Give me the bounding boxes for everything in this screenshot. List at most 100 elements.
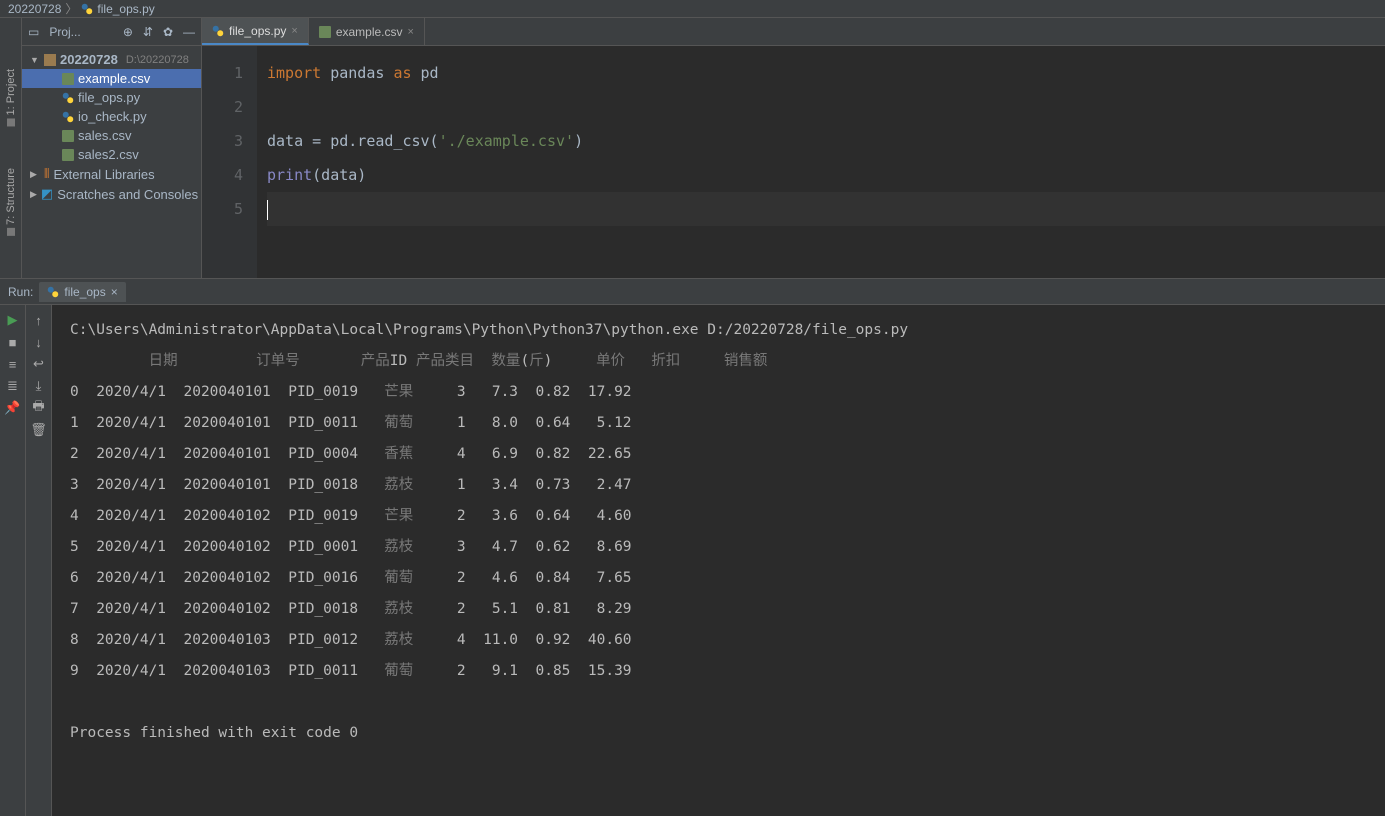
project-sidebar-header: ▭ Proj... ⊕ ⇵ ✿ — (22, 18, 201, 46)
editor-tab-file_ops.py[interactable]: file_ops.py × (202, 18, 309, 45)
library-icon: ⫴ (44, 166, 49, 182)
file-file_ops.py[interactable]: file_ops.py (22, 88, 201, 107)
line-number: 3 (202, 124, 243, 158)
chevron-right-icon: ▶ (30, 189, 37, 200)
code-content[interactable]: import pandas as pd data = pd.read_csv('… (257, 46, 1385, 278)
soft-wrap-icon[interactable]: ↩ (30, 355, 48, 373)
trash-icon[interactable]: 🗑 (30, 421, 48, 439)
project-window-icon: ▭ (28, 25, 39, 39)
code-l4-print: print (267, 166, 312, 184)
project-sidebar: ▭ Proj... ⊕ ⇵ ✿ — ▼ 20220728 D:\20220728… (22, 18, 202, 278)
scratches-consoles[interactable]: ▶ ◩ Scratches and Consoles (22, 184, 201, 204)
run-label: Run: (8, 285, 33, 299)
collapse-icon[interactable]: ⇵ (143, 25, 153, 39)
breadcrumb-file[interactable]: file_ops.py (97, 2, 154, 16)
code-l3-string: './example.csv' (439, 132, 574, 150)
file-sales.csv[interactable]: sales.csv (22, 126, 201, 145)
csv-icon (62, 73, 74, 85)
project-tool-label: 1: Project (5, 69, 17, 115)
file-example.csv[interactable]: example.csv (22, 69, 201, 88)
scratch-icon: ◩ (41, 186, 53, 202)
file-label: example.csv (78, 71, 150, 86)
csv-icon (62, 130, 74, 142)
id-pandas: pandas (321, 64, 393, 82)
caret-line (267, 192, 1385, 226)
layout-button[interactable]: ≡ (4, 355, 22, 373)
external-libraries-label: External Libraries (53, 167, 154, 182)
folder-icon (44, 54, 56, 66)
pin-button[interactable]: 📌 (4, 399, 22, 417)
external-libraries[interactable]: ▶ ⫴ External Libraries (22, 164, 201, 184)
project-tree: ▼ 20220728 D:\20220728 example.csv file_o… (22, 46, 201, 208)
tool-tab-project[interactable]: 1: Project (3, 63, 19, 132)
close-icon[interactable]: × (291, 25, 297, 37)
console-output[interactable]: C:\Users\Administrator\AppData\Local\Pro… (52, 305, 1385, 816)
line-number: 5 (202, 192, 243, 226)
editor-tabs: file_ops.py × example.csv × (202, 18, 1385, 46)
print-icon[interactable]: 🖶 (30, 399, 48, 417)
gear-icon[interactable]: ✿ (163, 25, 173, 39)
line-number: 1 (202, 56, 243, 90)
project-root[interactable]: ▼ 20220728 D:\20220728 (22, 50, 201, 69)
csv-icon (319, 26, 331, 38)
id-pd: pd (412, 64, 439, 82)
editor-area: file_ops.py × example.csv × 12345 import pa… (202, 18, 1385, 278)
structure-tool-icon (7, 228, 15, 236)
scratches-label: Scratches and Consoles (57, 187, 198, 202)
run-panel: Run: file_ops × ▶ ■ ≡ ≣ 📌 ↑ ↓ ↩ ⤓ 🖶 🗑 C:… (0, 278, 1385, 816)
hide-icon[interactable]: — (183, 25, 195, 39)
left-gutter: 1: Project 7: Structure (0, 18, 22, 278)
run-tab-label: file_ops (64, 285, 105, 299)
code-l3b: ) (574, 132, 583, 150)
down-icon[interactable]: ↓ (30, 333, 48, 351)
chevron-down-icon: ▼ (30, 55, 40, 65)
close-icon[interactable]: × (408, 26, 414, 38)
project-title[interactable]: Proj... (49, 25, 80, 39)
tool-tab-structure[interactable]: 7: Structure (3, 162, 19, 242)
python-icon (62, 92, 74, 104)
chevron-right-icon: ▶ (30, 169, 40, 180)
caret (267, 200, 268, 220)
line-number: 4 (202, 158, 243, 192)
file-sales2.csv[interactable]: sales2.csv (22, 145, 201, 164)
breadcrumb-sep-icon: 〉 (65, 0, 77, 17)
file-label: file_ops.py (78, 90, 140, 105)
up-icon[interactable]: ↑ (30, 311, 48, 329)
editor-tab-example.csv[interactable]: example.csv × (309, 18, 425, 45)
csv-icon (62, 149, 74, 161)
kw-import: import (267, 64, 321, 82)
python-icon (212, 25, 224, 37)
code-l3a: data = pd.read_csv( (267, 132, 439, 150)
tab-label: file_ops.py (229, 24, 286, 38)
python-icon (47, 286, 59, 298)
project-tool-icon (7, 118, 15, 126)
file-label: sales.csv (78, 128, 131, 143)
blank-line (267, 98, 276, 116)
file-io_check.py[interactable]: io_check.py (22, 107, 201, 126)
tab-label: example.csv (336, 25, 403, 39)
run-toolbar-primary: ▶ ■ ≡ ≣ 📌 (0, 305, 26, 816)
editor-body[interactable]: 12345 import pandas as pd data = pd.read… (202, 46, 1385, 278)
python-icon (81, 3, 93, 15)
line-number: 2 (202, 90, 243, 124)
breadcrumb: 20220728 〉 file_ops.py (0, 0, 1385, 18)
file-label: io_check.py (78, 109, 147, 124)
structure-tool-label: 7: Structure (5, 168, 17, 225)
line-gutter: 12345 (202, 46, 257, 278)
stop-button[interactable]: ■ (4, 333, 22, 351)
locate-icon[interactable]: ⊕ (123, 25, 133, 39)
code-l4-args: (data) (312, 166, 366, 184)
run-button[interactable]: ▶ (4, 311, 22, 329)
kw-as: as (393, 64, 411, 82)
layout2-button[interactable]: ≣ (4, 377, 22, 395)
scroll-end-icon[interactable]: ⤓ (30, 377, 48, 395)
close-icon[interactable]: × (111, 285, 118, 299)
breadcrumb-folder[interactable]: 20220728 (8, 2, 61, 16)
python-icon (62, 111, 74, 123)
run-tab[interactable]: file_ops × (39, 282, 125, 302)
project-root-name: 20220728 (60, 52, 118, 67)
run-toolbar-secondary: ↑ ↓ ↩ ⤓ 🖶 🗑 (26, 305, 52, 816)
run-header: Run: file_ops × (0, 279, 1385, 305)
file-label: sales2.csv (78, 147, 139, 162)
project-root-path: D:\20220728 (126, 54, 189, 66)
